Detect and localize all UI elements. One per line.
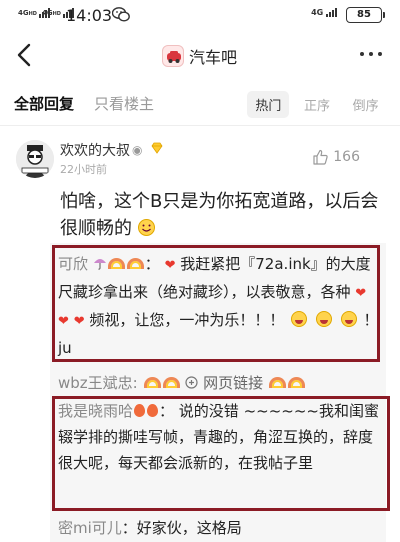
signal-2-label: 4G xyxy=(42,9,53,17)
forum-name: 汽车吧 xyxy=(189,48,238,67)
sort-ascending[interactable]: 正序 xyxy=(296,91,338,118)
web-link[interactable]: 网页链接 xyxy=(185,374,263,392)
reply-author[interactable]: 密mi可儿 xyxy=(58,519,122,537)
grin-emoji-icon xyxy=(137,219,155,236)
highlight-box xyxy=(52,245,380,362)
signal-1-sub: HD xyxy=(28,11,37,17)
list-item[interactable]: wbz王斌忠: 网页链接 xyxy=(58,370,380,396)
sort-switch: 热门 正序 倒序 xyxy=(244,90,390,118)
reply-text: 好家伙，这格局 xyxy=(136,519,242,537)
signal-2-sub: HD xyxy=(52,11,61,17)
forum-logo-icon xyxy=(162,45,184,67)
post-time: 22小时前 xyxy=(60,163,107,176)
tab-op-only[interactable]: 只看楼主 xyxy=(94,93,154,114)
rainbow-icon xyxy=(143,377,161,388)
vip-badge-icon xyxy=(151,142,163,154)
divider xyxy=(0,125,400,126)
like-button[interactable]: 166 xyxy=(312,149,360,165)
like-count: 166 xyxy=(333,149,360,165)
battery-indicator: 85 xyxy=(346,7,385,23)
reply-author[interactable]: wbz王斌忠: xyxy=(58,374,138,392)
eye-icon: ◉ xyxy=(132,143,143,157)
link-icon xyxy=(185,376,198,389)
signal-1-label: 4G xyxy=(18,9,29,17)
status-bar: 4GHD 4GHD 14:03 4G 85 xyxy=(0,0,400,30)
rainbow-icon xyxy=(162,377,180,388)
reply-tabs: 全部回复 只看楼主 热门 正序 倒序 xyxy=(0,84,400,122)
rainbow-icon xyxy=(268,377,286,388)
post-author[interactable]: 欢欢的大叔 ◉ xyxy=(60,140,142,160)
sort-hot[interactable]: 热门 xyxy=(247,90,290,118)
more-icon[interactable] xyxy=(360,52,382,56)
highlight-box xyxy=(52,396,390,511)
top-nav: 汽车吧 xyxy=(0,30,400,84)
clock: 14:03 xyxy=(66,6,113,25)
post-content: 怕啥，这个B只是为你拓宽道路，以后会很顺畅的 xyxy=(60,188,385,242)
web-link-label: 网页链接 xyxy=(203,374,264,392)
network-indicator: 4G xyxy=(311,8,338,17)
thumb-up-icon xyxy=(313,149,328,165)
rainbow-icon xyxy=(287,377,305,388)
forum-title[interactable]: 汽车吧 xyxy=(162,44,237,68)
post-author-name: 欢欢的大叔 xyxy=(60,143,130,159)
network-label: 4G xyxy=(311,8,324,17)
sort-descending[interactable]: 倒序 xyxy=(345,91,387,118)
post-text: 怕啥，这个B只是为你拓宽道路，以后会很顺畅的 xyxy=(60,191,379,239)
list-item[interactable]: 密mi可儿：好家伙，这格局 xyxy=(58,515,380,541)
network-bars-icon xyxy=(326,8,338,17)
avatar[interactable] xyxy=(16,140,54,178)
back-arrow-icon[interactable] xyxy=(14,42,36,68)
tab-all-replies[interactable]: 全部回复 xyxy=(14,93,74,114)
wechat-icon xyxy=(112,7,130,22)
